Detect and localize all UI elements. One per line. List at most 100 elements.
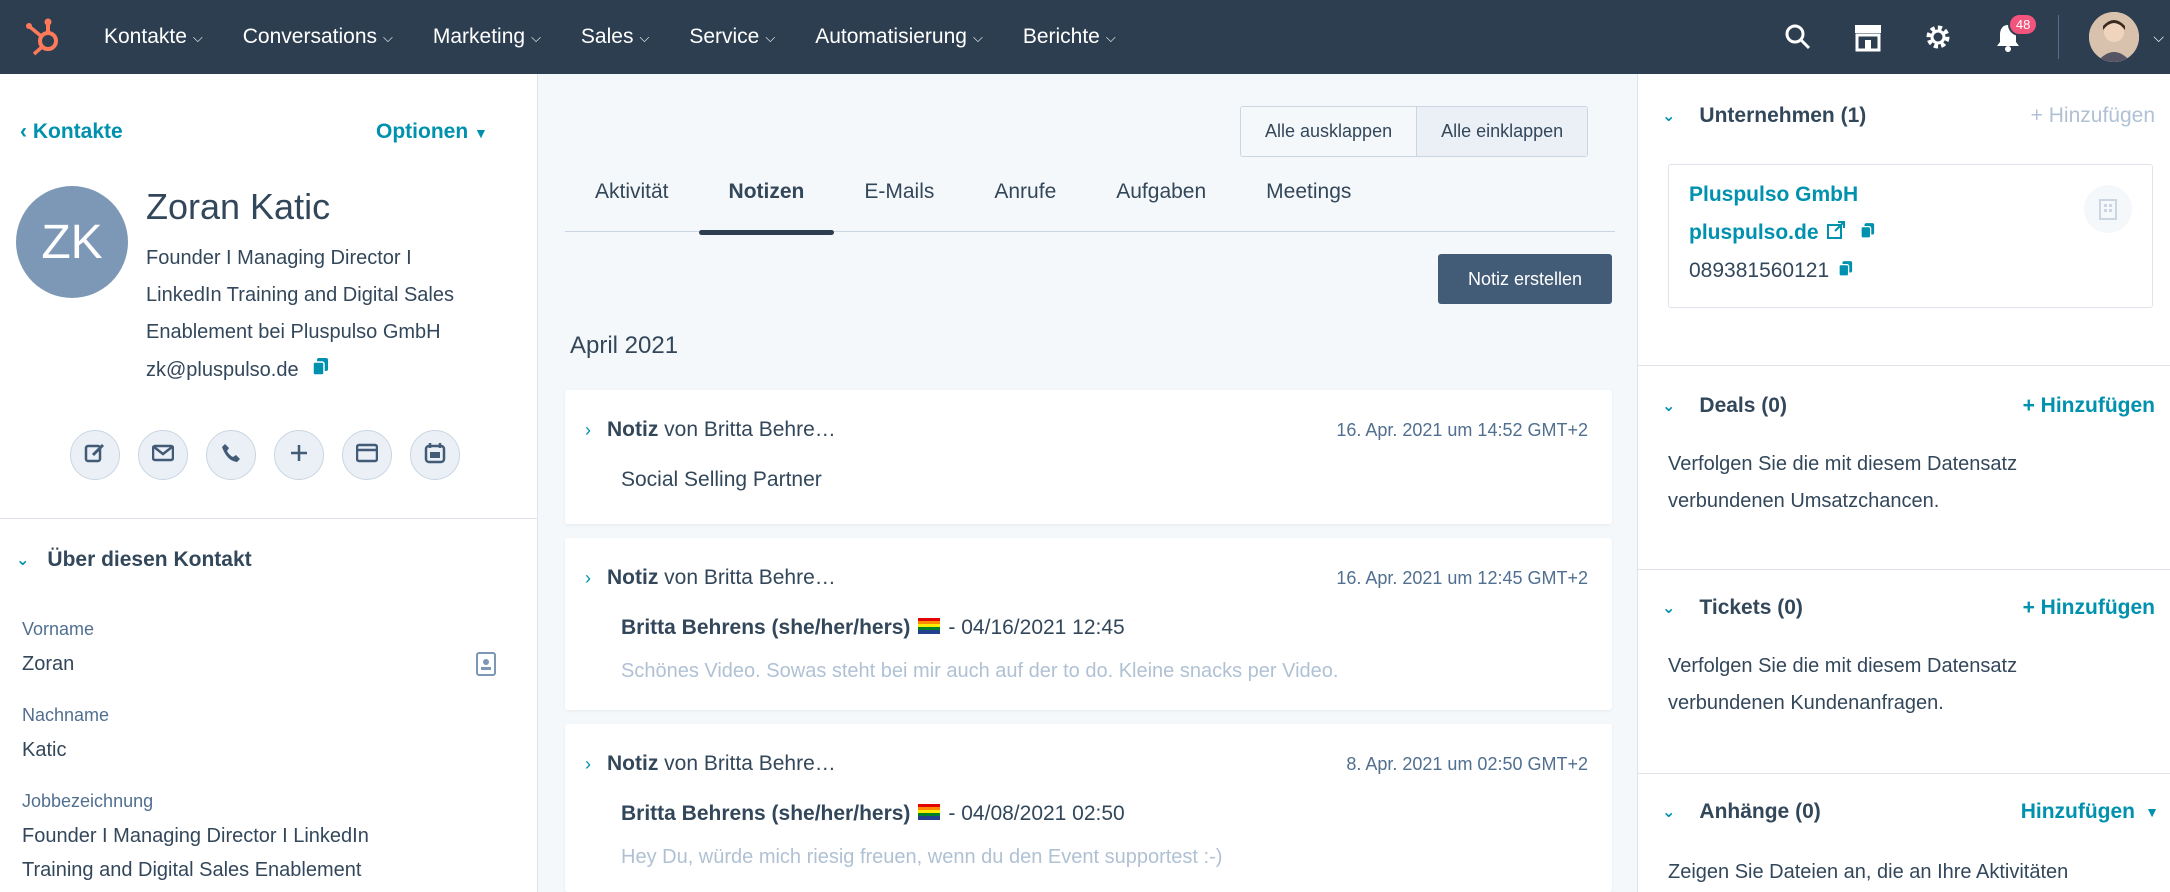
nav-item-berichte[interactable]: Berichte ⌵	[1023, 25, 1116, 49]
tab-aktivitaet[interactable]: Aktivität	[565, 180, 699, 232]
nav-label: Automatisierung	[815, 25, 967, 48]
search-icon[interactable]	[1778, 17, 1818, 57]
calendar-icon	[424, 442, 446, 469]
nav-label: Berichte	[1022, 25, 1100, 48]
note-card[interactable]: › Notiz von Britta Behre… 8. Apr. 2021 u…	[565, 724, 1612, 892]
more-action-button[interactable]	[274, 430, 324, 480]
options-dropdown[interactable]: Optionen ▼	[376, 120, 488, 144]
field-value-nachname[interactable]: Katic	[22, 733, 442, 767]
note-timestamp: 8. Apr. 2021 um 02:50 GMT+2	[1346, 754, 1588, 774]
company-domain-link[interactable]: pluspulso.de	[1689, 221, 1819, 245]
note-card[interactable]: › Notiz von Britta Behre… 16. Apr. 2021 …	[565, 390, 1612, 524]
nav-item-automatisierung[interactable]: Automatisierung ⌵	[815, 25, 983, 49]
chevron-right-icon[interactable]: ›	[585, 568, 591, 589]
field-value-vorname[interactable]: Zoran	[22, 647, 442, 681]
chevron-down-icon: ⌵	[972, 30, 983, 45]
expand-all-button[interactable]: Alle ausklappen	[1241, 107, 1417, 156]
copy-icon[interactable]	[1838, 259, 1853, 283]
contact-job-title: Founder I Managing Director I LinkedIn T…	[146, 240, 506, 351]
add-attachment-dropdown[interactable]: Hinzufügen	[2021, 800, 2135, 824]
chevron-down-icon: ⌵	[1105, 30, 1116, 45]
field-value-jobbezeichnung[interactable]: Founder I Managing Director I LinkedIn T…	[22, 819, 442, 887]
add-deal-button[interactable]: + Hinzufügen	[2023, 394, 2155, 418]
associations-panel: ⌄ Unternehmen (1) + Hinzufügen Pluspulso…	[1637, 74, 2170, 892]
nav-item-marketing[interactable]: Marketing ⌵	[433, 25, 541, 49]
task-action-button[interactable]	[342, 430, 392, 480]
tab-aufgaben[interactable]: Aufgaben	[1086, 180, 1236, 232]
tab-meetings[interactable]: Meetings	[1236, 180, 1381, 232]
note-timestamp: 16. Apr. 2021 um 12:45 GMT+2	[1336, 568, 1588, 588]
text-line: verbundenen Kundenanfragen.	[1668, 692, 1944, 714]
copy-icon[interactable]	[311, 358, 329, 382]
options-label: Optionen	[376, 120, 469, 143]
tickets-heading: Tickets (0)	[1699, 596, 1803, 619]
text-line: Verfolgen Sie die mit diesem Datensatz	[1668, 453, 2018, 475]
hubspot-logo-icon[interactable]	[22, 16, 64, 58]
note-sub-date: - 04/16/2021 12:45	[948, 616, 1125, 639]
company-section-toggle[interactable]: ⌄ Unternehmen (1)	[1662, 104, 1866, 128]
company-name-link[interactable]: Pluspulso GmbH	[1689, 183, 1858, 207]
tickets-description: Verfolgen Sie die mit diesem Datensatz v…	[1668, 648, 2138, 722]
divider	[0, 518, 538, 519]
company-domain-row: pluspulso.de	[1689, 221, 1875, 245]
note-sub-author: Britta Behrens (she/her/hers)	[621, 802, 911, 825]
copy-icon[interactable]	[1859, 221, 1875, 245]
nav-item-conversations[interactable]: Conversations ⌵	[243, 25, 393, 49]
add-ticket-button[interactable]: + Hinzufügen	[2023, 596, 2155, 620]
nav-label: Sales	[580, 25, 634, 48]
timeline-tabs: Aktivität Notizen E-Mails Anrufe Aufgabe…	[565, 180, 1615, 235]
contact-email[interactable]: zk@pluspulso.de	[146, 359, 299, 382]
chevron-down-icon[interactable]: ⌵	[2153, 29, 2164, 46]
external-link-icon[interactable]	[1826, 221, 1845, 245]
note-action-button[interactable]	[70, 430, 120, 480]
note-author: von Britta Behre…	[664, 418, 836, 441]
tab-emails[interactable]: E-Mails	[834, 180, 964, 232]
tab-anrufe[interactable]: Anrufe	[964, 180, 1086, 232]
contact-avatar: ZK	[16, 186, 128, 298]
caret-down-icon[interactable]: ▼	[2145, 804, 2159, 820]
collapse-all-button[interactable]: Alle einklappen	[1416, 107, 1588, 156]
nav-label: Service	[689, 25, 760, 48]
about-section-toggle[interactable]: ⌄ Über diesen Kontakt	[16, 548, 252, 572]
note-type: Notiz	[607, 566, 659, 589]
note-card[interactable]: › Notiz von Britta Behre… 16. Apr. 2021 …	[565, 538, 1612, 710]
rainbow-flag-icon	[918, 616, 941, 640]
tickets-section-toggle[interactable]: ⌄ Tickets (0)	[1662, 596, 1803, 620]
note-body: Social Selling Partner	[621, 468, 822, 491]
back-to-contacts-link[interactable]: ‹ Kontakte	[20, 120, 123, 144]
marketplace-icon[interactable]	[1848, 17, 1888, 57]
note-preview: Schönes Video. Sowas steht bei mir auch …	[621, 660, 1339, 682]
note-type: Notiz	[607, 752, 659, 775]
user-avatar[interactable]	[2089, 12, 2140, 62]
add-company-button[interactable]: + Hinzufügen	[2031, 104, 2155, 128]
notifications-bell-icon[interactable]: 48	[1988, 13, 2039, 57]
edit-note-icon	[84, 442, 106, 469]
top-navigation: Kontakte ⌵ Conversations ⌵ Marketing ⌵ Sale…	[0, 0, 2170, 74]
chevron-down-icon: ⌄	[1662, 108, 1676, 125]
create-note-button[interactable]: Notiz erstellen	[1438, 254, 1612, 304]
chevron-down-icon: ⌵	[192, 30, 203, 45]
contact-card-icon[interactable]	[476, 652, 496, 681]
nav-item-kontakte[interactable]: Kontakte ⌵	[104, 25, 203, 49]
meeting-action-button[interactable]	[410, 430, 460, 480]
chevron-right-icon[interactable]: ›	[585, 754, 591, 775]
chevron-down-icon: ⌵	[639, 30, 650, 45]
chevron-right-icon[interactable]: ›	[585, 420, 591, 441]
settings-gear-icon[interactable]	[1918, 17, 1958, 57]
note-author: von Britta Behre…	[664, 752, 836, 775]
company-heading: Unternehmen (1)	[1699, 104, 1867, 127]
attachments-section: ⌄ Anhänge (0) Hinzufügen ▼ Zeigen Sie Da…	[1638, 774, 2170, 892]
deals-section-toggle[interactable]: ⌄ Deals (0)	[1662, 394, 1787, 418]
company-phone[interactable]: 089381560121	[1689, 259, 1829, 283]
chevron-down-icon: ⌵	[383, 30, 393, 45]
attachments-section-toggle[interactable]: ⌄ Anhänge (0)	[1662, 800, 1821, 824]
timeline-panel: Alle ausklappen Alle einklappen Aktivitä…	[539, 74, 1637, 892]
nav-item-service[interactable]: Service ⌵	[689, 25, 775, 49]
note-subheader: Britta Behrens (she/her/hers) - 04/08/20…	[621, 802, 1125, 826]
nav-item-sales[interactable]: Sales ⌵	[581, 25, 649, 49]
chevron-down-icon: ⌄	[16, 552, 30, 569]
email-action-button[interactable]	[138, 430, 188, 480]
field-label-jobbezeichnung: Jobbezeichnung	[22, 791, 154, 811]
call-action-button[interactable]	[206, 430, 256, 480]
tab-notizen[interactable]: Notizen	[698, 180, 835, 235]
